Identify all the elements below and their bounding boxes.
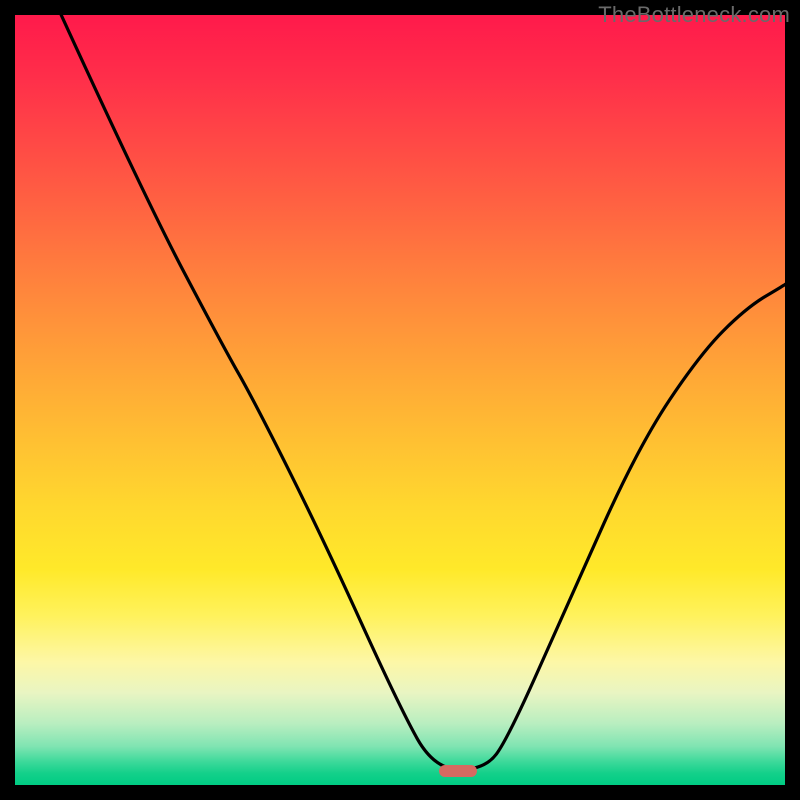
optimal-marker: [439, 765, 477, 777]
watermark-text: TheBottleneck.com: [598, 2, 790, 28]
bottleneck-curve: [15, 15, 785, 785]
chart-frame: TheBottleneck.com: [0, 0, 800, 800]
curve-path: [61, 15, 785, 770]
plot-area: [15, 15, 785, 785]
